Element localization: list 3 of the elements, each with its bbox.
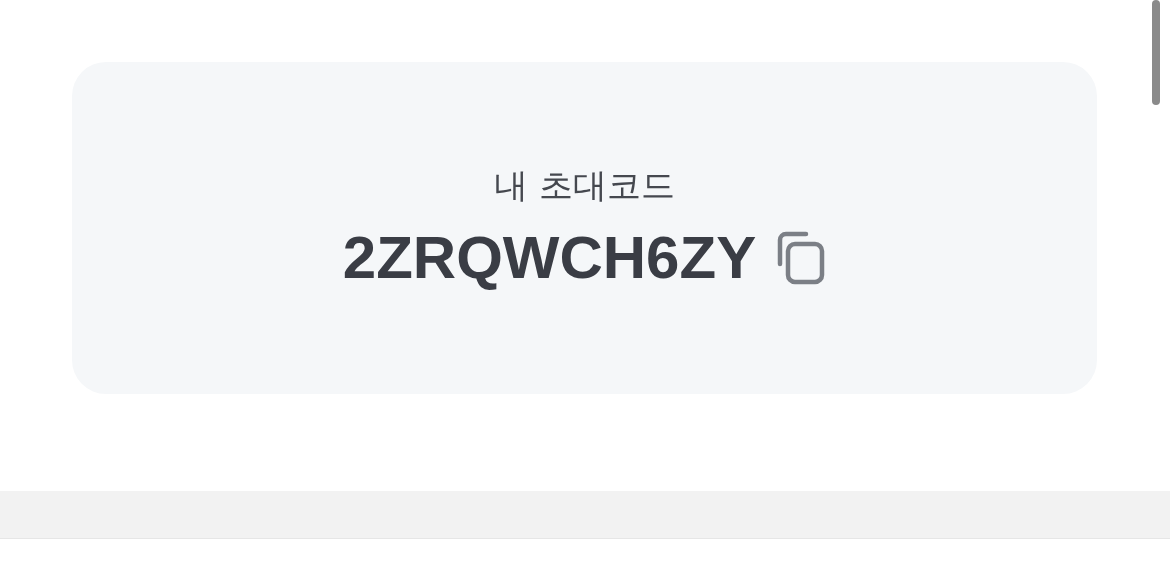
invite-code-label: 내 초대코드 — [494, 164, 675, 206]
scrollbar-thumb[interactable] — [1152, 0, 1160, 105]
invite-code: 2ZRQWCH6ZY — [342, 225, 757, 292]
